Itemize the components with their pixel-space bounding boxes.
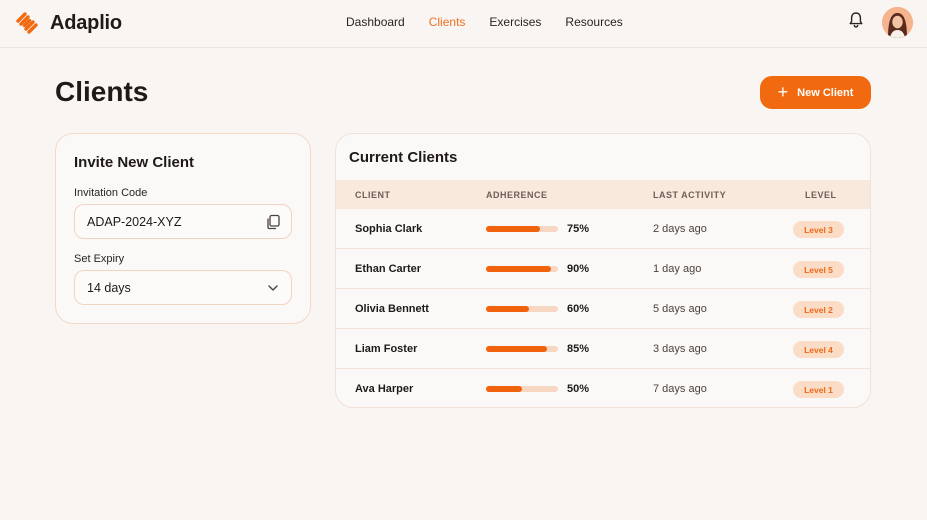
expiry-select[interactable]: 14 days <box>74 270 292 305</box>
client-name: Ethan Carter <box>355 263 422 275</box>
adherence-bar-fill <box>486 226 540 232</box>
table-row[interactable]: Olivia Bennett 60% 5 days ago Level 2 <box>336 289 870 329</box>
adherence-bar <box>486 226 558 232</box>
adherence-percent: 50% <box>567 383 590 395</box>
adherence-bar-fill <box>486 266 551 272</box>
col-adherence[interactable]: ADHERENCE <box>486 190 548 200</box>
copy-icon[interactable] <box>265 214 281 230</box>
client-name: Liam Foster <box>355 343 418 355</box>
brand-logo[interactable]: Adaplio <box>14 10 122 36</box>
invite-client-card: Invite New Client Invitation Code ADAP-2… <box>55 133 311 324</box>
col-client[interactable]: CLIENT <box>355 190 391 200</box>
plus-icon: + <box>777 81 789 102</box>
adherence-bar <box>486 266 558 272</box>
table-row[interactable]: Ethan Carter 90% 1 day ago Level 5 <box>336 249 870 289</box>
adherence-bar <box>486 386 558 392</box>
expiry-select-value: 14 days <box>87 280 131 295</box>
adherence-bar-fill <box>486 386 522 392</box>
page-title: Clients <box>55 76 149 107</box>
level-badge: Level 3 <box>793 221 844 238</box>
table-row[interactable]: Ava Harper 50% 7 days ago Level 1 <box>336 369 870 407</box>
bell-icon[interactable] <box>848 11 864 29</box>
nav-dashboard[interactable]: Dashboard <box>346 15 405 29</box>
invite-card-title: Invite New Client <box>74 154 195 171</box>
adherence-bar-fill <box>486 306 530 312</box>
current-clients-card: Current Clients CLIENT ADHERENCE LAST AC… <box>335 133 871 408</box>
invitation-code-field[interactable]: ADAP-2024-XYZ <box>74 204 292 239</box>
nav-clients[interactable]: Clients <box>429 15 466 29</box>
nav-exercises[interactable]: Exercises <box>489 15 541 29</box>
client-name: Ava Harper <box>355 383 414 395</box>
last-activity: 2 days ago <box>653 223 707 235</box>
client-name: Olivia Bennett <box>355 303 429 315</box>
clients-card-title: Current Clients <box>349 149 458 166</box>
last-activity: 3 days ago <box>653 343 707 355</box>
adherence-percent: 90% <box>567 263 590 275</box>
adherence-bar <box>486 306 558 312</box>
main-nav: Dashboard Clients Exercises Resources <box>346 15 623 29</box>
top-navigation-bar: Adaplio Dashboard Clients Exercises Reso… <box>0 0 927 48</box>
adherence-bar-fill <box>486 346 548 352</box>
last-activity: 7 days ago <box>653 383 707 395</box>
dumbbell-logo-icon <box>16 12 38 34</box>
level-badge: Level 5 <box>793 261 844 278</box>
nav-resources[interactable]: Resources <box>565 15 622 29</box>
user-avatar[interactable] <box>882 7 913 38</box>
col-last-activity[interactable]: LAST ACTIVITY <box>653 190 726 200</box>
new-client-button[interactable]: + New Client <box>760 76 871 109</box>
adherence-bar <box>486 346 558 352</box>
table-row[interactable]: Sophia Clark 75% 2 days ago Level 3 <box>336 209 870 249</box>
invitation-code-label: Invitation Code <box>74 187 148 199</box>
level-badge: Level 4 <box>793 341 844 358</box>
col-level[interactable]: LEVEL <box>805 190 837 200</box>
invitation-code-value: ADAP-2024-XYZ <box>87 214 182 229</box>
adherence-percent: 60% <box>567 303 590 315</box>
level-badge: Level 1 <box>793 381 844 398</box>
last-activity: 5 days ago <box>653 303 707 315</box>
adherence-percent: 75% <box>567 223 590 235</box>
client-name: Sophia Clark <box>355 223 423 235</box>
last-activity: 1 day ago <box>653 263 702 275</box>
table-row[interactable]: Liam Foster 85% 3 days ago Level 4 <box>336 329 870 369</box>
level-badge: Level 2 <box>793 301 844 318</box>
adherence-percent: 85% <box>567 343 590 355</box>
chevron-down-icon <box>268 285 278 291</box>
avatar-portrait-icon <box>882 7 913 38</box>
table-header: CLIENT ADHERENCE LAST ACTIVITY LEVEL <box>336 180 870 209</box>
new-client-label: New Client <box>797 86 854 99</box>
app-name: Adaplio <box>50 11 122 34</box>
set-expiry-label: Set Expiry <box>74 253 125 265</box>
